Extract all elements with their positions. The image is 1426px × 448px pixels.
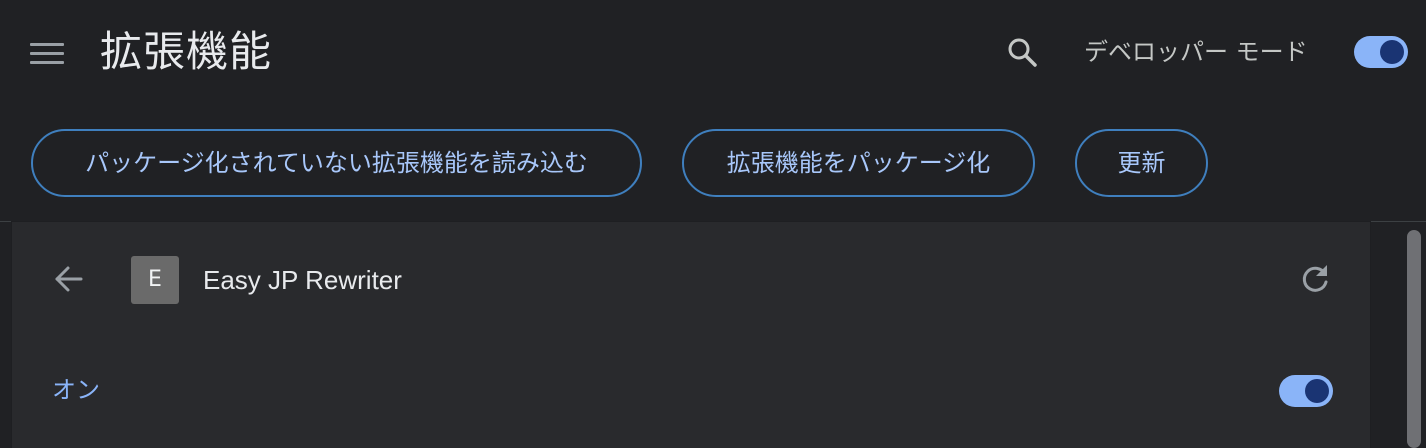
developer-mode-toggle[interactable]	[1354, 36, 1408, 68]
page-title: 拡張機能	[100, 27, 273, 76]
hamburger-menu-icon[interactable]	[30, 36, 70, 70]
page-header: 拡張機能 デベロッパー モード パッケージ化されていない拡張機能を読み込む 拡張…	[0, 0, 1426, 222]
scrollbar-thumb[interactable]	[1407, 230, 1421, 448]
pack-extension-button[interactable]: 拡張機能をパッケージ化	[682, 129, 1035, 197]
menu-line	[30, 51, 64, 55]
extension-icon: E	[131, 256, 179, 304]
toggle-knob	[1305, 379, 1329, 403]
scrollbar[interactable]	[1406, 230, 1422, 448]
extensions-page: 拡張機能 デベロッパー モード パッケージ化されていない拡張機能を読み込む 拡張…	[0, 0, 1426, 448]
extension-detail-card: E Easy JP Rewriter オン	[12, 222, 1370, 448]
extension-enabled-toggle[interactable]	[1279, 375, 1333, 407]
load-unpacked-button[interactable]: パッケージ化されていない拡張機能を読み込む	[31, 129, 642, 197]
menu-line	[30, 42, 64, 46]
reload-icon[interactable]	[1298, 262, 1332, 296]
menu-line	[30, 60, 64, 64]
content-area: E Easy JP Rewriter オン	[0, 222, 1426, 448]
update-button[interactable]: 更新	[1075, 129, 1208, 197]
enabled-label: オン	[52, 376, 100, 404]
toggle-knob	[1380, 40, 1404, 64]
search-icon[interactable]	[1004, 34, 1042, 72]
extension-name: Easy JP Rewriter	[203, 265, 402, 295]
arrow-back-icon[interactable]	[52, 262, 86, 296]
developer-mode-label: デベロッパー モード	[1084, 38, 1308, 66]
